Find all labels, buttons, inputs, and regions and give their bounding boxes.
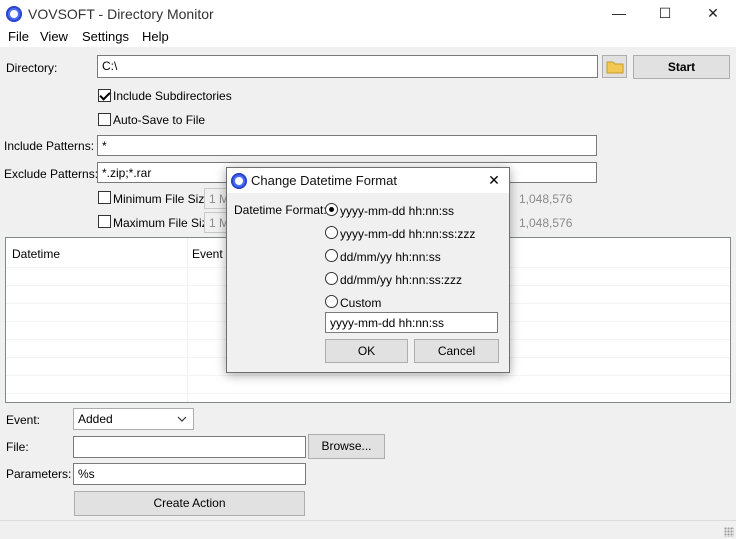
dialog-app-icon [231,173,247,189]
menu-file[interactable]: File [8,29,29,44]
datetime-format-label: Datetime Format: [234,203,327,217]
event-select[interactable]: Added [73,408,194,430]
start-button[interactable]: Start [633,55,730,79]
include-subdirectories-checkbox[interactable] [98,89,111,102]
menu-view[interactable]: View [40,29,68,44]
maximize-button[interactable]: ☐ [642,0,688,27]
status-bar [0,520,736,539]
include-subdirectories-label: Include Subdirectories [113,89,232,103]
parameters-label: Parameters: [6,467,72,481]
column-header-datetime[interactable]: Datetime [12,247,60,261]
browse-button[interactable]: Browse... [308,434,385,459]
format-option-2-radio[interactable] [325,226,338,239]
close-window-button[interactable]: ✕ [690,0,736,27]
dialog-title: Change Datetime Format [251,173,397,188]
file-input[interactable] [73,436,306,458]
app-icon [6,6,22,22]
create-action-button[interactable]: Create Action [74,491,305,516]
format-option-custom-radio[interactable] [325,295,338,308]
directory-input[interactable]: C:\ [97,55,598,78]
minimum-file-size-label: Minimum File Size: [113,192,215,206]
window-title: VOVSOFT - Directory Monitor [28,6,214,22]
directory-label: Directory: [6,61,58,75]
column-separator [187,238,188,402]
maximum-file-size-label: Maximum File Size: [113,216,218,230]
format-option-4-radio[interactable] [325,272,338,285]
minimum-file-size-bytes: 1,048,576 [519,192,573,206]
folder-icon [606,61,624,74]
custom-format-input[interactable]: yyyy-mm-dd hh:nn:ss [325,312,498,333]
menu-settings[interactable]: Settings [82,29,129,44]
change-datetime-format-dialog: Change Datetime Format ✕ Datetime Format… [226,167,510,373]
dialog-close-button[interactable]: ✕ [479,169,509,192]
list-row-line [6,375,730,376]
maximum-file-size-checkbox[interactable] [98,215,111,228]
format-option-4-label[interactable]: dd/mm/yy hh:nn:ss:zzz [340,273,462,287]
file-label: File: [6,440,29,454]
format-option-1-label[interactable]: yyyy-mm-dd hh:nn:ss [340,204,454,218]
include-patterns-label: Include Patterns: [4,139,95,153]
menu-help[interactable]: Help [142,29,169,44]
list-row-line [6,393,730,394]
format-option-3-radio[interactable] [325,249,338,262]
auto-save-checkbox[interactable] [98,113,111,126]
cancel-button[interactable]: Cancel [414,339,499,363]
exclude-patterns-label: Exclude Patterns: [4,167,99,181]
minimize-button[interactable]: — [596,0,642,27]
include-patterns-input[interactable]: * [97,135,597,156]
column-header-event[interactable]: Event [192,247,223,261]
chevron-down-icon [177,416,187,422]
format-option-2-label[interactable]: yyyy-mm-dd hh:nn:ss:zzz [340,227,475,241]
format-option-custom-label[interactable]: Custom [340,296,381,310]
resize-grip[interactable] [724,527,734,537]
event-select-value: Added [78,412,113,426]
format-option-3-label[interactable]: dd/mm/yy hh:nn:ss [340,250,441,264]
ok-button[interactable]: OK [325,339,408,363]
parameters-input[interactable]: %s [73,463,306,485]
minimum-file-size-checkbox[interactable] [98,191,111,204]
auto-save-label: Auto-Save to File [113,113,206,127]
maximum-file-size-bytes: 1,048,576 [519,216,573,230]
format-option-1-radio[interactable] [325,203,338,216]
event-label: Event: [6,413,41,427]
browse-folder-button[interactable] [602,55,627,78]
